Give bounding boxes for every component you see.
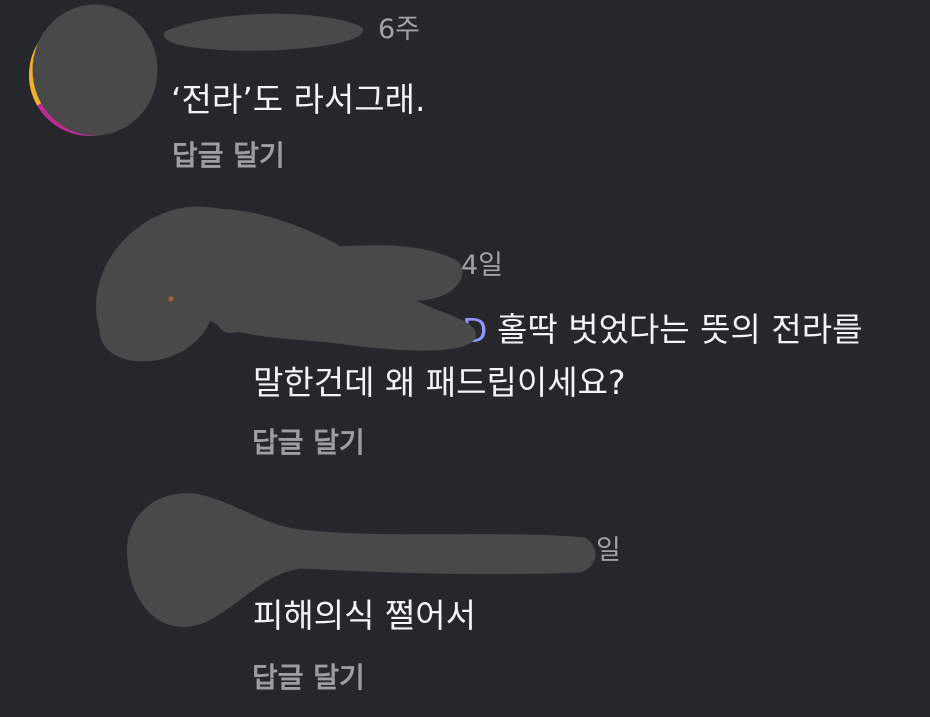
comment-text-line-1: 홀딱 벗었다는 뜻의 전라를 xyxy=(497,310,863,349)
comment-time: 일 xyxy=(596,535,621,566)
avatar-fragment xyxy=(168,296,174,302)
comment-text: 피해의식 쩔어서 xyxy=(253,596,477,635)
reply-button[interactable]: 답글 달기 xyxy=(252,429,365,457)
redaction-mark xyxy=(147,208,453,341)
mention-link[interactable]: D xyxy=(462,314,487,347)
comment-thread: 6주 ‘전라’도 라서그래. 답글 달기 4일 D 홀딱 벗었다는 뜻의 전라를… xyxy=(0,0,930,717)
reply-button[interactable]: 답글 달기 xyxy=(252,664,365,692)
comment-text-line-2: 말한건데 왜 패드립이세요? xyxy=(253,363,626,402)
redaction-mark xyxy=(96,206,476,362)
reply-button[interactable]: 답글 달기 xyxy=(172,142,285,170)
redaction-mark xyxy=(164,13,363,51)
comment-text: ‘전라’도 라서그래. xyxy=(171,80,426,119)
comment-time: 6주 xyxy=(378,14,421,45)
comment-time: 4일 xyxy=(461,250,504,281)
avatar[interactable] xyxy=(25,10,155,140)
